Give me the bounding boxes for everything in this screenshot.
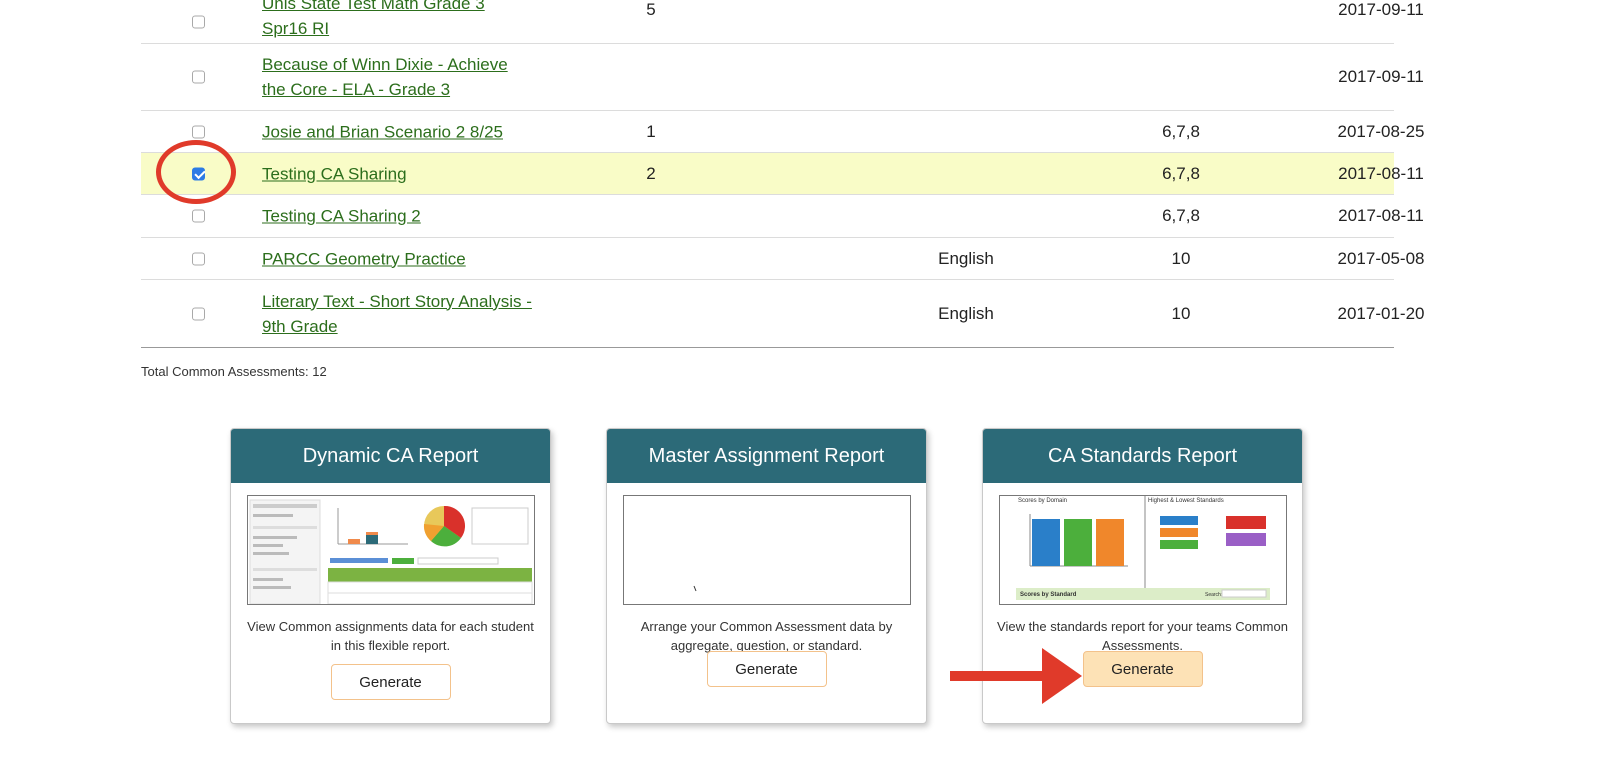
annotation-arrow xyxy=(950,648,1082,704)
dynamic-ca-report-card: Dynamic CA Report View Common assignment… xyxy=(230,428,551,724)
grades-cell: 10 xyxy=(1171,248,1191,268)
table-row: Unis State Test Math Grade 3 Spr16 RI 5 … xyxy=(141,0,1424,44)
grades-cell: 6,7,8 xyxy=(1162,206,1200,225)
row-checkbox[interactable] xyxy=(192,252,205,265)
assessment-link[interactable]: Testing CA Sharing xyxy=(262,161,532,186)
date-cell: 2017-08-11 xyxy=(1338,163,1424,183)
row-checkbox[interactable] xyxy=(192,70,205,84)
question-count: 1 xyxy=(646,121,656,141)
table-row-selected: Testing CA Sharing 2 6,7,8 2017-08-11 xyxy=(141,153,1424,195)
table-row: Testing CA Sharing 2 6,7,8 2017-08-11 xyxy=(141,195,1424,238)
assessment-link[interactable]: Unis State Test Math Grade 3 Spr16 RI xyxy=(262,0,532,41)
subject-cell: English xyxy=(938,303,994,323)
generate-dynamic-ca-report-button[interactable]: Generate xyxy=(330,664,451,700)
assessment-link[interactable]: Josie and Brian Scenario 2 8/25 xyxy=(262,119,532,144)
assessment-link[interactable]: Testing CA Sharing 2 xyxy=(262,204,532,229)
grades-cell: 10 xyxy=(1171,303,1191,323)
date-cell: 2017-01-20 xyxy=(1337,303,1425,323)
date-cell: 2017-09-11 xyxy=(1338,0,1424,19)
row-checkbox[interactable] xyxy=(192,125,205,138)
assessment-link[interactable]: PARCC Geometry Practice xyxy=(262,246,532,271)
row-checkbox[interactable] xyxy=(192,209,205,223)
question-count: 2 xyxy=(646,163,656,183)
date-cell: 2017-08-25 xyxy=(1337,121,1425,141)
row-checkbox-checked[interactable] xyxy=(192,167,205,180)
assessment-link[interactable]: Literary Text - Short Story Analysis - 9… xyxy=(262,289,532,339)
table-row: PARCC Geometry Practice English 10 2017-… xyxy=(141,238,1424,280)
card-title: CA Standards Report xyxy=(983,429,1302,483)
grades-cell: 6,7,8 xyxy=(1162,121,1200,141)
subject-cell: English xyxy=(938,248,994,268)
card-description: Arrange your Common Assessment data by a… xyxy=(640,619,893,653)
card-title: Master Assignment Report xyxy=(607,429,926,483)
row-checkbox[interactable] xyxy=(192,307,205,320)
date-cell: 2017-05-08 xyxy=(1337,248,1425,268)
thumb-scores-by-standard: Scores by Standard xyxy=(1020,592,1077,598)
card-title: Dynamic CA Report xyxy=(231,429,550,483)
card-description: View Common assignments data for each st… xyxy=(247,619,534,653)
question-count: 5 xyxy=(646,0,656,19)
report-preview-thumbnail xyxy=(247,495,535,605)
thumb-highest-lowest: Highest & Lowest Standards xyxy=(1148,498,1224,504)
report-preview-thumbnail: Scores by Domain Highest & Lowest Standa… xyxy=(999,495,1287,605)
assessment-link[interactable]: Because of Winn Dixie - Achieve the Core… xyxy=(262,52,532,102)
date-cell: 2017-09-11 xyxy=(1338,67,1424,86)
thumb-search: Search: xyxy=(1205,592,1222,598)
table-row: Josie and Brian Scenario 2 8/25 1 6,7,8 … xyxy=(141,111,1424,153)
assessment-table: Unis State Test Math Grade 3 Spr16 RI 5 … xyxy=(141,0,1424,348)
generate-ca-standards-report-button[interactable]: Generate xyxy=(1082,651,1203,687)
date-cell: 2017-08-11 xyxy=(1338,206,1424,225)
thumb-scores-by-domain: Scores by Domain xyxy=(1018,498,1067,504)
total-assessments-label: Total Common Assessments: 12 xyxy=(141,364,327,379)
grades-cell: 6,7,8 xyxy=(1162,163,1200,183)
generate-master-assignment-report-button[interactable]: Generate xyxy=(706,651,827,687)
table-row: Literary Text - Short Story Analysis - 9… xyxy=(141,280,1424,348)
report-preview-thumbnail xyxy=(623,495,911,605)
row-checkbox[interactable] xyxy=(192,15,205,28)
master-assignment-report-card: Master Assignment Report Arrange your Co… xyxy=(606,428,927,724)
table-row: Because of Winn Dixie - Achieve the Core… xyxy=(141,44,1424,111)
